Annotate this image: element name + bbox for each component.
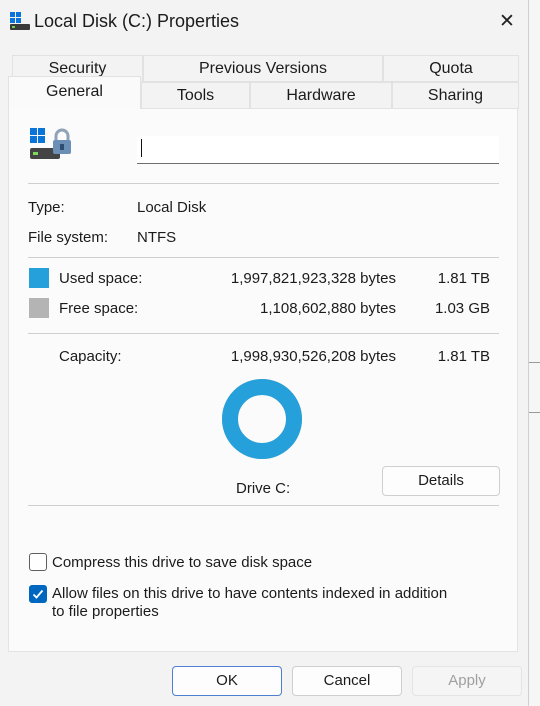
dialog-footer: OK Cancel Apply bbox=[0, 660, 528, 706]
divider bbox=[28, 505, 499, 506]
tab-quota[interactable]: Quota bbox=[383, 55, 519, 82]
index-label-line2: to file properties bbox=[52, 603, 159, 620]
drive-name-input[interactable] bbox=[137, 136, 499, 164]
used-space-swatch bbox=[29, 268, 49, 288]
used-space-label: Used space: bbox=[59, 270, 143, 287]
close-icon[interactable]: ✕ bbox=[492, 8, 522, 36]
tab-previous-versions[interactable]: Previous Versions bbox=[143, 55, 383, 82]
text-caret bbox=[141, 139, 142, 157]
details-button[interactable]: Details bbox=[382, 466, 500, 496]
background-window-edge bbox=[528, 0, 540, 706]
divider bbox=[28, 183, 499, 184]
background-divider bbox=[528, 412, 540, 413]
free-space-size: 1.03 GB bbox=[434, 300, 490, 317]
capacity-size: 1.81 TB bbox=[437, 348, 490, 365]
cancel-button[interactable]: Cancel bbox=[292, 666, 402, 696]
file-system-value: NTFS bbox=[137, 229, 177, 246]
properties-dialog: Local Disk (C:) Properties ✕ Security Pr… bbox=[0, 0, 529, 706]
background-divider bbox=[528, 362, 540, 363]
compress-checkbox[interactable] bbox=[29, 553, 47, 571]
index-checkbox[interactable] bbox=[29, 585, 47, 603]
capacity-label: Capacity: bbox=[59, 348, 122, 365]
ok-button[interactable]: OK bbox=[172, 666, 282, 696]
divider bbox=[28, 257, 499, 258]
free-space-label: Free space: bbox=[59, 300, 139, 317]
window-title: Local Disk (C:) Properties bbox=[34, 11, 240, 31]
title-bar: Local Disk (C:) Properties ✕ bbox=[0, 0, 528, 44]
type-label: Type: bbox=[28, 199, 65, 216]
index-label-line1: Allow files on this drive to have conten… bbox=[52, 585, 448, 602]
disk-usage-donut bbox=[222, 379, 302, 459]
tab-sharing[interactable]: Sharing bbox=[392, 82, 519, 109]
drive-lock-icon bbox=[30, 128, 71, 159]
divider bbox=[28, 333, 499, 334]
used-space-size: 1.81 TB bbox=[437, 270, 490, 287]
apply-button[interactable]: Apply bbox=[412, 666, 522, 696]
compress-label: Compress this drive to save disk space bbox=[52, 554, 313, 571]
drive-label: Drive C: bbox=[236, 480, 291, 497]
free-space-bytes: 1,108,602,880 bytes bbox=[260, 300, 396, 317]
tab-general[interactable]: General bbox=[8, 76, 141, 109]
tab-hardware[interactable]: Hardware bbox=[250, 82, 392, 109]
used-space-arc bbox=[222, 379, 302, 459]
drive-title-icon bbox=[10, 12, 30, 30]
type-value: Local Disk bbox=[137, 199, 207, 216]
capacity-bytes: 1,998,930,526,208 bytes bbox=[230, 348, 396, 365]
free-space-swatch bbox=[29, 298, 49, 318]
tab-tools[interactable]: Tools bbox=[141, 82, 250, 109]
checkmark-icon bbox=[32, 589, 44, 599]
used-space-bytes: 1,997,821,923,328 bytes bbox=[230, 270, 396, 287]
file-system-label: File system: bbox=[28, 229, 109, 246]
